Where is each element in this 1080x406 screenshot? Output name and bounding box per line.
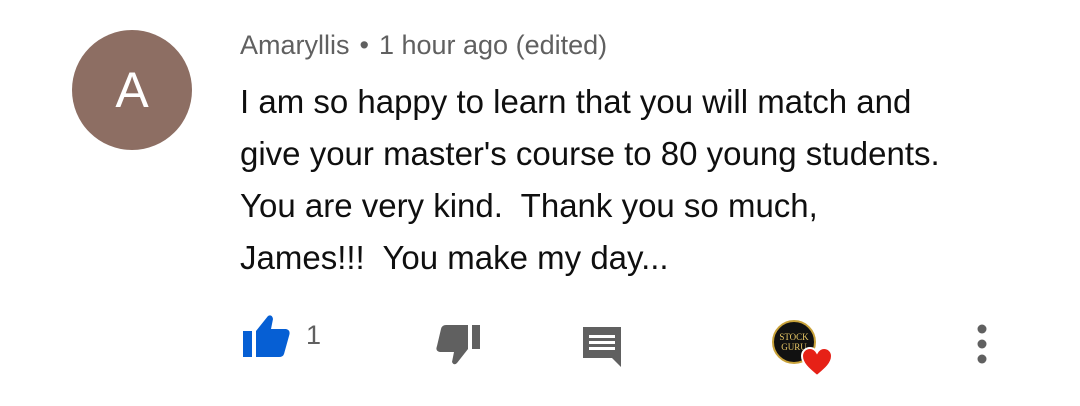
comment-text-line: I am so happy to learn that you will mat… xyxy=(240,83,912,120)
comment-icon xyxy=(583,327,621,367)
more-actions-button[interactable] xyxy=(962,318,1002,370)
reply-button[interactable] xyxy=(574,322,630,372)
author-name[interactable]: Amaryllis xyxy=(240,30,350,60)
comment-header: Amaryllis • 1 hour ago (edited) xyxy=(240,30,607,61)
creator-heart-badge: STOCK GURU xyxy=(772,320,836,378)
comment-text-line: James!!! You make my day... xyxy=(240,239,669,276)
comment-text: I am so happy to learn that you will mat… xyxy=(240,76,1040,284)
comment-card: A Amaryllis • 1 hour ago (edited) I am so … xyxy=(0,0,1080,406)
thumbs-up-icon xyxy=(243,315,290,357)
heart-icon xyxy=(800,346,834,378)
like-button[interactable] xyxy=(238,313,294,359)
like-count: 1 xyxy=(306,320,322,350)
comment-text-line: give your master's course to 80 young st… xyxy=(240,135,940,172)
author-avatar[interactable]: A xyxy=(72,30,192,150)
separator-dot: • xyxy=(359,30,369,60)
dislike-button[interactable] xyxy=(430,322,486,372)
more-vertical-icon xyxy=(977,324,987,364)
comment-timestamp: 1 hour ago (edited) xyxy=(378,30,608,60)
comment-text-line: You are very kind. Thank you so much, xyxy=(240,187,818,224)
creator-badge-text: STOCK xyxy=(779,332,809,342)
thumbs-down-icon xyxy=(436,325,480,365)
